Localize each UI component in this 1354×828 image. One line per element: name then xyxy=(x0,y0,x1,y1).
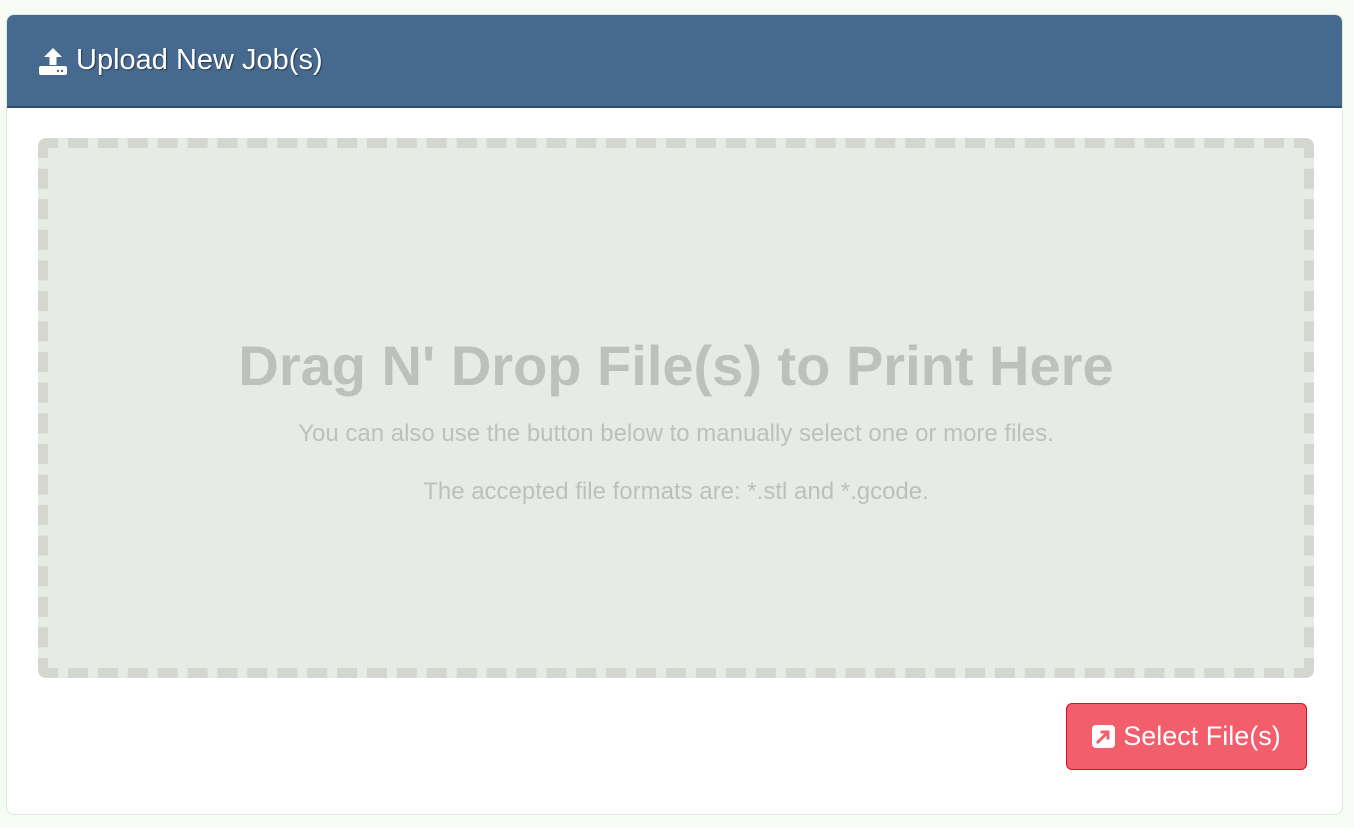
panel-header: Upload New Job(s) xyxy=(7,15,1342,108)
file-dropzone[interactable]: Drag N' Drop File(s) to Print Here You c… xyxy=(38,138,1314,678)
upload-icon xyxy=(39,47,67,75)
upload-panel: Upload New Job(s) Drag N' Drop File(s) t… xyxy=(6,14,1343,815)
select-files-button[interactable]: Select File(s) xyxy=(1066,703,1307,770)
dropzone-formats: The accepted file formats are: *.stl and… xyxy=(423,478,929,505)
panel-title: Upload New Job(s) xyxy=(76,44,323,76)
select-files-label: Select File(s) xyxy=(1123,721,1281,751)
dropzone-subtitle: You can also use the button below to man… xyxy=(298,420,1054,447)
dropzone-title: Drag N' Drop File(s) to Print Here xyxy=(238,334,1114,397)
external-link-icon xyxy=(1092,725,1116,748)
